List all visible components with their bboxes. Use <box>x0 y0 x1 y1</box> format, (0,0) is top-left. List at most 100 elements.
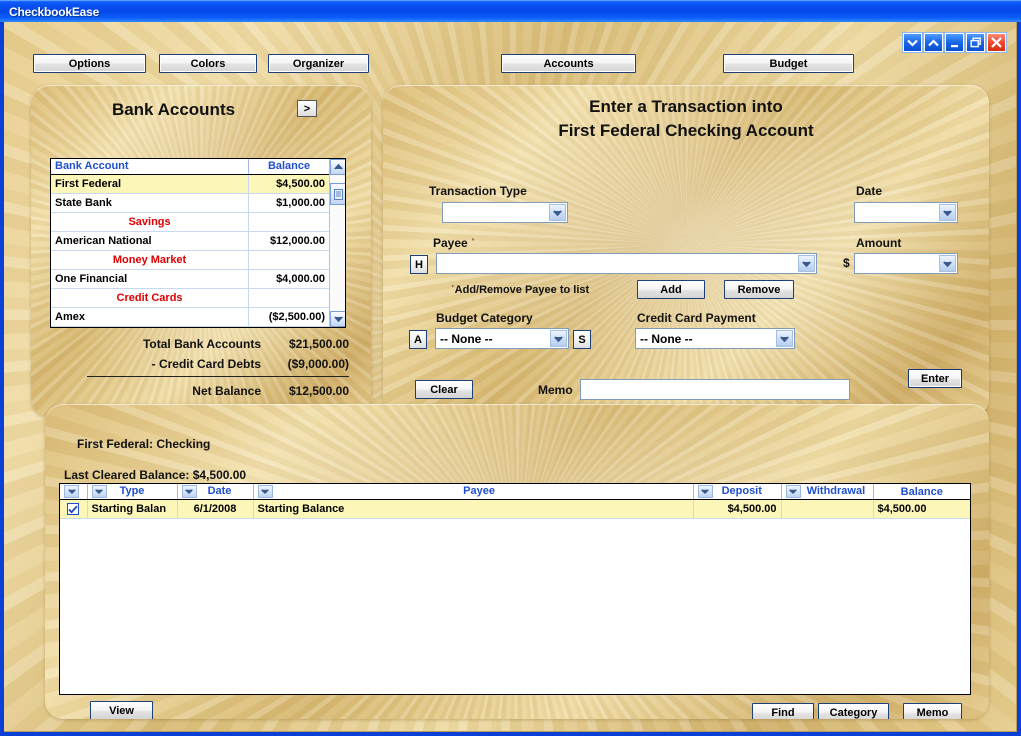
register-grid[interactable]: Type Date <box>59 483 971 695</box>
credit-card-payment-value: -- None -- <box>640 332 693 346</box>
chevron-down-icon[interactable] <box>550 330 567 347</box>
memo-label: Memo <box>538 383 573 397</box>
payee-select[interactable] <box>436 253 817 274</box>
register-cell-balance: $4,500.00 <box>873 500 970 519</box>
chevron-down-icon[interactable] <box>182 485 197 498</box>
col-date[interactable]: Date <box>177 484 253 500</box>
scroll-down-icon[interactable] <box>330 311 346 327</box>
register-cell-withdrawal <box>781 500 873 519</box>
chevron-down-icon[interactable] <box>698 485 713 498</box>
budget-category-select[interactable]: -- None -- <box>435 328 569 349</box>
bank-accounts-expand-button[interactable]: > <box>297 100 317 117</box>
bank-account-row[interactable]: State Bank$1,000.00 <box>51 193 329 212</box>
chevron-down-icon[interactable] <box>939 255 956 272</box>
col-cleared[interactable] <box>60 484 87 500</box>
col-bank-account: Bank Account <box>51 159 249 174</box>
col-date-label: Date <box>208 485 232 497</box>
cleared-checkbox[interactable] <box>67 503 79 515</box>
restore-button[interactable] <box>966 33 985 52</box>
bank-accounts-grid[interactable]: Bank Account Balance First Federal$4,500… <box>50 158 346 328</box>
account-balance <box>249 288 329 307</box>
account-name: State Bank <box>51 193 249 212</box>
register-cell-payee: Starting Balance <box>253 500 693 519</box>
clear-button[interactable]: Clear <box>415 380 473 399</box>
bank-account-row[interactable]: First Federal$4,500.00 <box>51 174 329 193</box>
memo-filter-button[interactable]: Memo <box>903 703 962 719</box>
budget-button[interactable]: Budget <box>723 54 854 73</box>
collapse-down-button[interactable] <box>903 33 922 52</box>
budget-add-button[interactable]: A <box>409 330 427 349</box>
chevron-down-icon[interactable] <box>92 485 107 498</box>
credit-card-payment-label: Credit Card Payment <box>637 311 756 325</box>
scrollbar-thumb[interactable] <box>330 183 346 205</box>
find-button[interactable]: Find <box>752 703 814 719</box>
account-balance: $12,000.00 <box>249 231 329 250</box>
bank-accounts-panel: Bank Accounts > Bank Account Balance Fir… <box>31 85 371 417</box>
col-withdrawal[interactable]: Withdrawal <box>781 484 873 500</box>
date-select[interactable] <box>854 202 958 223</box>
payee-history-button[interactable]: H <box>410 255 428 274</box>
organizer-button[interactable]: Organizer <box>268 54 369 73</box>
colors-button[interactable]: Colors <box>159 54 257 73</box>
col-deposit-label: Deposit <box>722 485 762 497</box>
col-deposit[interactable]: Deposit <box>693 484 781 500</box>
col-type-label: Type <box>120 485 145 497</box>
options-button[interactable]: Options <box>33 54 146 73</box>
client-area: Options Colors Organizer Accounts Budget… <box>4 22 1017 732</box>
bank-account-row[interactable]: American National$12,000.00 <box>51 231 329 250</box>
memo-input[interactable] <box>580 379 850 400</box>
cleared-checkbox-cell[interactable] <box>60 500 87 519</box>
minimize-button[interactable] <box>945 33 964 52</box>
account-name: Amex <box>51 307 249 326</box>
amount-select[interactable] <box>854 253 958 274</box>
col-payee[interactable]: Payee <box>253 484 693 500</box>
budget-category-label: Budget Category <box>436 311 533 325</box>
add-payee-button[interactable]: Add <box>637 280 705 299</box>
transaction-type-select[interactable] <box>442 202 568 223</box>
bank-account-row[interactable]: Amex($2,500.00) <box>51 307 329 326</box>
scroll-up-icon[interactable] <box>330 159 346 175</box>
chevron-down-icon[interactable] <box>786 485 801 498</box>
budget-split-button[interactable]: S <box>573 330 591 349</box>
bank-account-row[interactable]: One Financial$4,000.00 <box>51 269 329 288</box>
category-button[interactable]: Category <box>818 703 889 719</box>
remove-payee-button[interactable]: Remove <box>724 280 794 299</box>
col-payee-label: Payee <box>276 485 683 497</box>
account-balance <box>249 212 329 231</box>
account-balance: $4,000.00 <box>249 269 329 288</box>
expand-up-button[interactable] <box>924 33 943 52</box>
chevron-down-icon[interactable] <box>798 255 815 272</box>
register-cell-date: 6/1/2008 <box>177 500 253 519</box>
account-balance: $1,000.00 <box>249 193 329 212</box>
addremove-payee-note: ˈAdd/Remove Payee to list <box>451 284 589 296</box>
totals-divider <box>87 376 349 377</box>
credit-card-debts-value: ($9,000.00) <box>261 357 349 371</box>
register-account-header: First Federal: Checking <box>77 437 210 451</box>
bank-accounts-scrollbar[interactable] <box>329 159 345 327</box>
bank-account-row[interactable]: Savings <box>51 212 329 231</box>
chevron-down-icon[interactable] <box>939 204 956 221</box>
amount-label: Amount <box>856 236 901 250</box>
enter-button[interactable]: Enter <box>908 369 962 388</box>
account-balance: ($2,500.00) <box>249 307 329 326</box>
chevron-down-icon[interactable] <box>64 485 79 498</box>
chevron-down-icon[interactable] <box>258 485 273 498</box>
col-balance: Balance <box>873 484 970 500</box>
close-button[interactable] <box>987 33 1006 52</box>
bank-account-row[interactable]: Credit Cards <box>51 288 329 307</box>
col-withdrawal-label: Withdrawal <box>807 485 866 497</box>
bank-account-row[interactable]: Money Market <box>51 250 329 269</box>
credit-card-debts-label: - Credit Card Debts <box>71 357 261 371</box>
application-window: CheckbookEase <box>0 0 1021 736</box>
register-row[interactable]: Starting Balan6/1/2008Starting Balance$4… <box>60 500 970 519</box>
chevron-down-icon[interactable] <box>776 330 793 347</box>
register-header-row: Type Date <box>60 484 970 500</box>
account-category-label: Savings <box>51 212 249 231</box>
view-button[interactable]: View <box>90 701 153 719</box>
window-title: CheckbookEase <box>9 5 99 19</box>
account-name: One Financial <box>51 269 249 288</box>
credit-card-payment-select[interactable]: -- None -- <box>635 328 795 349</box>
col-type[interactable]: Type <box>87 484 177 500</box>
chevron-down-icon[interactable] <box>549 204 566 221</box>
accounts-button[interactable]: Accounts <box>501 54 636 73</box>
